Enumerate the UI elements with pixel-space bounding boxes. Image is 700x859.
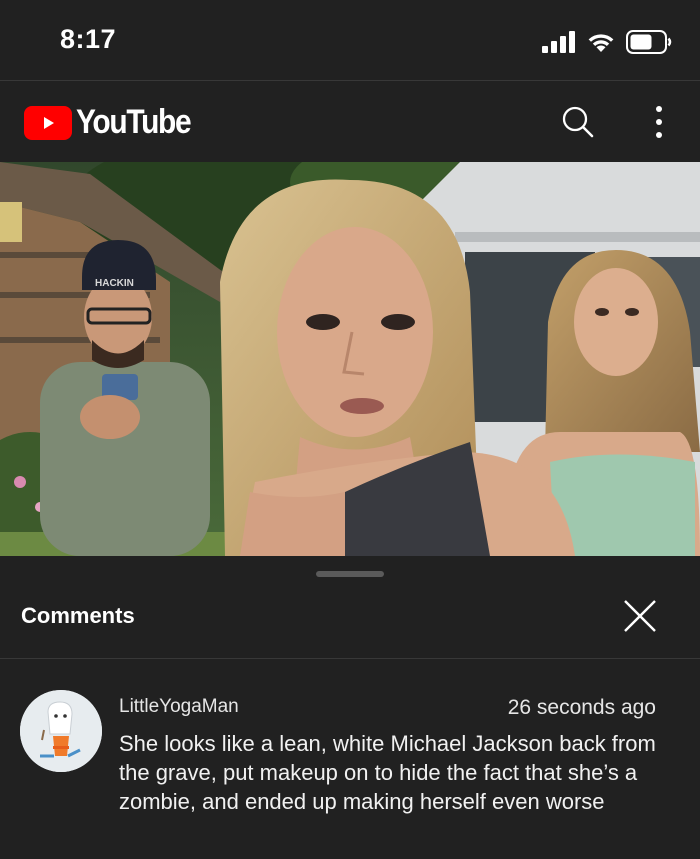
status-icons: [542, 30, 672, 54]
more-options-button[interactable]: [644, 104, 674, 140]
video-player[interactable]: HACKIN: [0, 162, 700, 556]
youtube-logo[interactable]: YouTube: [24, 103, 206, 142]
status-bar: 8:17: [0, 0, 700, 80]
sheet-drag-handle[interactable]: [316, 571, 384, 577]
status-time: 8:17: [60, 24, 117, 54]
avatar-character-icon: [20, 690, 102, 772]
comment-timestamp: 26 seconds ago: [507, 696, 656, 719]
search-button[interactable]: [558, 102, 598, 142]
signal-icon: [542, 31, 575, 53]
avatar[interactable]: [20, 690, 102, 772]
hat-text: HACKIN: [95, 278, 134, 289]
comments-title: Comments: [21, 603, 135, 628]
wifi-icon: [588, 34, 614, 52]
youtube-wordmark: YouTube: [76, 103, 192, 141]
comment-author[interactable]: LittleYogaMan: [119, 696, 239, 718]
close-icon: [624, 600, 656, 632]
search-icon: [562, 106, 594, 138]
more-vert-icon: [656, 106, 662, 138]
comment-text: She looks like a lean, white Michael Jac…: [119, 731, 656, 814]
comments-divider: [0, 658, 700, 659]
battery-icon: [626, 30, 672, 54]
video-frame: HACKIN: [0, 162, 700, 556]
youtube-play-icon: [24, 105, 72, 140]
close-comments-button[interactable]: [620, 596, 660, 636]
